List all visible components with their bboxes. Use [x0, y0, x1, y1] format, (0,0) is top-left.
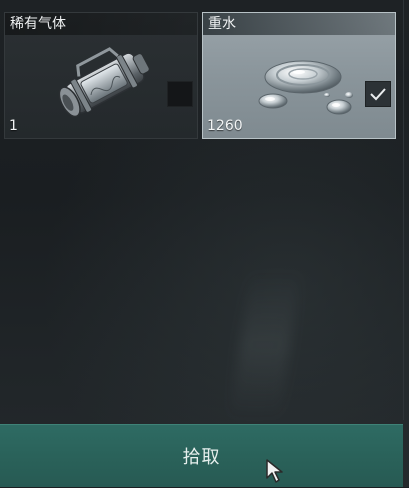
gas-canister-icon: [45, 43, 165, 127]
mouse-cursor-icon: [265, 458, 287, 488]
select-checkbox[interactable]: [365, 81, 391, 107]
pickup-label: 拾取: [182, 447, 221, 468]
pickup-button[interactable]: 拾取: [0, 424, 403, 487]
item-name: 稀有气体: [5, 13, 197, 35]
item-count: 1260: [207, 118, 243, 134]
checkmark-icon: [370, 88, 386, 101]
item-count: 1: [9, 118, 18, 134]
item-name: 重水: [203, 13, 395, 35]
loot-slot-rare-gas[interactable]: 稀有气体 1: [4, 12, 198, 139]
loot-slot-heavy-water[interactable]: 重水 1260: [202, 12, 396, 139]
panel-divider: [403, 0, 404, 420]
select-checkbox[interactable]: [167, 81, 193, 107]
liquid-puddle-icon: [243, 43, 363, 127]
